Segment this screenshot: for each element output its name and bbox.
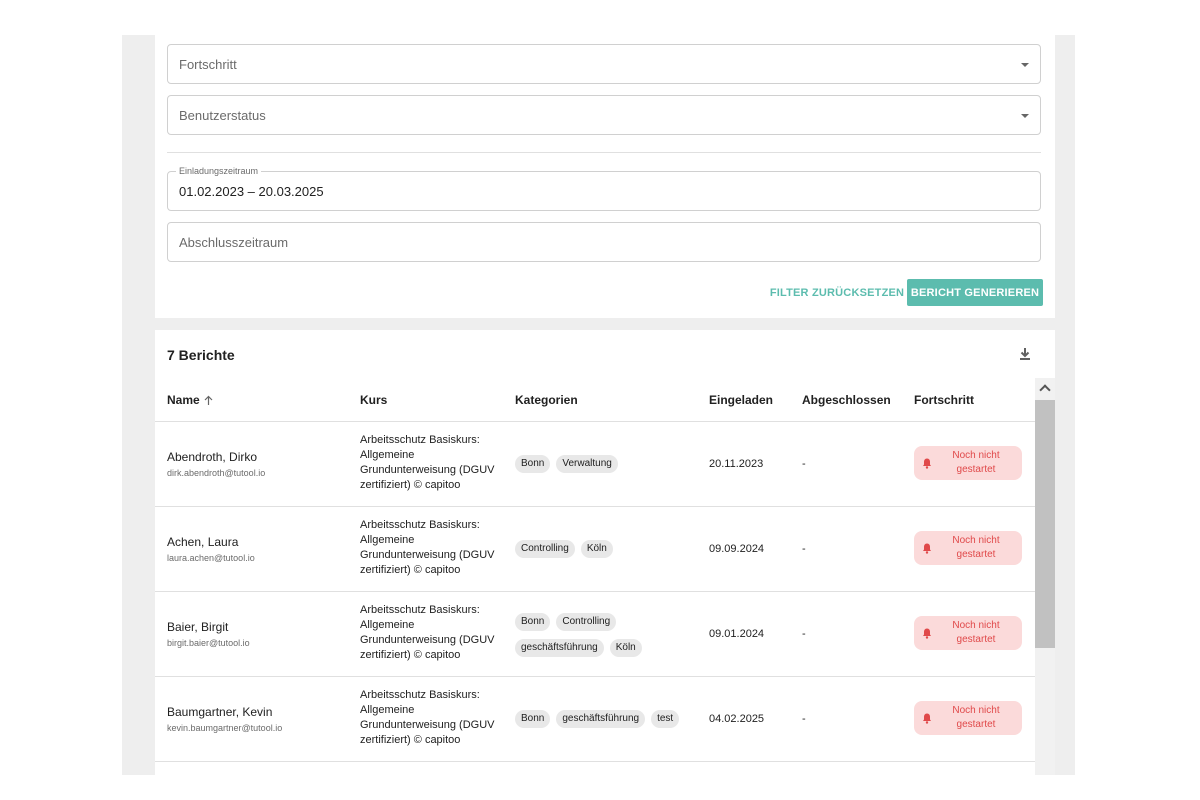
invited-date: 09.01.2024 <box>709 628 765 640</box>
course-name: Arbeitsschutz Basiskurs: Allgemeine Grun… <box>360 434 495 491</box>
user-name: Abendroth, Dirko <box>167 450 258 464</box>
completed-date: - <box>802 543 806 555</box>
sort-ascending-icon <box>204 395 213 405</box>
column-header-kategorien[interactable]: Kategorien <box>515 393 578 407</box>
category-chip: Bonn <box>515 613 551 631</box>
category-chip: Controlling <box>515 540 575 558</box>
completed-date: - <box>802 458 806 470</box>
generate-report-button[interactable]: BERICHT GENERIEREN <box>907 279 1043 306</box>
user-email: birgit.baier@tutool.io <box>167 638 250 648</box>
bell-icon <box>923 458 931 469</box>
einladungszeitraum-label: Einladungszeitraum <box>176 166 262 177</box>
table-scrollbar[interactable] <box>1035 378 1055 775</box>
invited-date: 20.11.2023 <box>709 458 764 470</box>
table-header: Name Kurs Kategorien Eingeladen Abgeschl… <box>155 378 1035 422</box>
category-chips: Bonn Controlling geschäftsführung Köln <box>515 613 700 657</box>
dropdown-arrow-icon <box>1021 63 1029 67</box>
table-row[interactable]: Baier, Birgit birgit.baier@tutool.io Arb… <box>155 591 1035 677</box>
fortschritt-select[interactable]: Fortschritt <box>167 44 1041 84</box>
category-chip: Köln <box>609 639 642 657</box>
category-chips: Bonn geschäftsführung test <box>515 710 715 728</box>
user-name: Achen, Laura <box>167 535 239 549</box>
invited-date: 04.02.2025 <box>709 713 765 725</box>
bell-icon <box>923 628 931 639</box>
column-header-name[interactable]: Name <box>167 393 214 407</box>
user-name: Baier, Birgit <box>167 620 229 634</box>
scrollbar-thumb[interactable] <box>1035 400 1055 648</box>
benutzerstatus-select[interactable]: Benutzerstatus <box>167 95 1041 135</box>
user-email: dirk.abendroth@tutool.io <box>167 468 266 478</box>
user-name: Baumgartner, Kevin <box>167 705 273 719</box>
status-text: Noch nicht gestartet <box>952 450 1000 475</box>
course-name: Arbeitsschutz Basiskurs: Allgemeine Grun… <box>360 519 495 576</box>
page-background: Fortschritt Benutzerstatus Einladungszei… <box>122 35 1075 775</box>
filter-divider <box>167 152 1041 153</box>
category-chip: Verwaltung <box>556 455 618 473</box>
abschlusszeitraum-field[interactable]: Abschlusszeitraum <box>167 222 1041 262</box>
scroll-up-arrow-icon[interactable] <box>1039 384 1051 396</box>
column-header-fortschritt[interactable]: Fortschritt <box>914 393 974 407</box>
category-chip: Bonn <box>515 710 551 728</box>
status-text: Noch nicht gestartet <box>952 620 1000 645</box>
status-text: Noch nicht gestartet <box>952 535 1000 560</box>
report-table: Name Kurs Kategorien Eingeladen Abgeschl… <box>155 378 1035 775</box>
status-badge: Noch nicht gestartet <box>914 701 1022 735</box>
status-badge: Noch nicht gestartet <box>914 446 1022 480</box>
user-cell: Achen, Laura laura.achen@tutool.io <box>167 535 255 563</box>
user-email: kevin.baumgartner@tutool.io <box>167 723 283 733</box>
user-cell: Baier, Birgit birgit.baier@tutool.io <box>167 620 250 648</box>
invited-date: 09.09.2024 <box>709 543 765 555</box>
benutzerstatus-placeholder: Benutzerstatus <box>179 108 266 123</box>
table-row[interactable]: Achen, Laura laura.achen@tutool.io Arbei… <box>155 506 1035 592</box>
category-chip: test <box>651 710 680 728</box>
dropdown-arrow-icon <box>1021 114 1029 118</box>
column-header-kurs[interactable]: Kurs <box>360 393 387 407</box>
course-name: Arbeitsschutz Basiskurs: Allgemeine Grun… <box>360 604 495 661</box>
column-header-abgeschlossen[interactable]: Abgeschlossen <box>802 393 891 407</box>
column-header-name-label: Name <box>167 393 200 407</box>
category-chip: Köln <box>580 540 613 558</box>
category-chips: Controlling Köln <box>515 540 700 558</box>
user-cell: Baumgartner, Kevin kevin.baumgartner@tut… <box>167 705 282 733</box>
status-badge: Noch nicht gestartet <box>914 531 1022 565</box>
table-row[interactable]: Abendroth, Dirko dirk.abendroth@tutool.i… <box>155 421 1035 507</box>
filter-panel: Fortschritt Benutzerstatus Einladungszei… <box>155 35 1055 318</box>
download-icon[interactable] <box>1017 346 1033 362</box>
status-text: Noch nicht gestartet <box>952 705 1000 730</box>
column-header-eingeladen[interactable]: Eingeladen <box>709 393 773 407</box>
category-chip: Bonn <box>515 455 551 473</box>
fortschritt-placeholder: Fortschritt <box>179 57 237 72</box>
bell-icon <box>923 543 931 554</box>
report-panel: 7 Berichte Name Kurs Kategorien Eingelad… <box>155 330 1055 775</box>
category-chips: Bonn Verwaltung <box>515 455 700 473</box>
table-row[interactable]: Baumgartner, Kevin kevin.baumgartner@tut… <box>155 676 1035 762</box>
completed-date: - <box>802 713 806 725</box>
einladungszeitraum-field[interactable]: Einladungszeitraum 01.02.2023 – 20.03.20… <box>167 166 1041 211</box>
user-email: laura.achen@tutool.io <box>167 553 255 563</box>
category-chip: geschäftsführung <box>515 639 604 657</box>
einladungszeitraum-value: 01.02.2023 – 20.03.2025 <box>179 184 324 199</box>
bell-icon <box>923 713 931 724</box>
report-count-title: 7 Berichte <box>167 347 235 363</box>
user-cell: Abendroth, Dirko dirk.abendroth@tutool.i… <box>167 450 265 478</box>
category-chip: geschäftsführung <box>556 710 646 728</box>
reset-filter-button[interactable]: FILTER ZURÜCKSETZEN <box>767 279 907 306</box>
course-name: Arbeitsschutz Basiskurs: Allgemeine Grun… <box>360 689 495 746</box>
status-badge: Noch nicht gestartet <box>914 616 1022 650</box>
completed-date: - <box>802 628 806 640</box>
abschlusszeitraum-placeholder: Abschlusszeitraum <box>179 235 289 250</box>
category-chip: Controlling <box>556 613 617 631</box>
